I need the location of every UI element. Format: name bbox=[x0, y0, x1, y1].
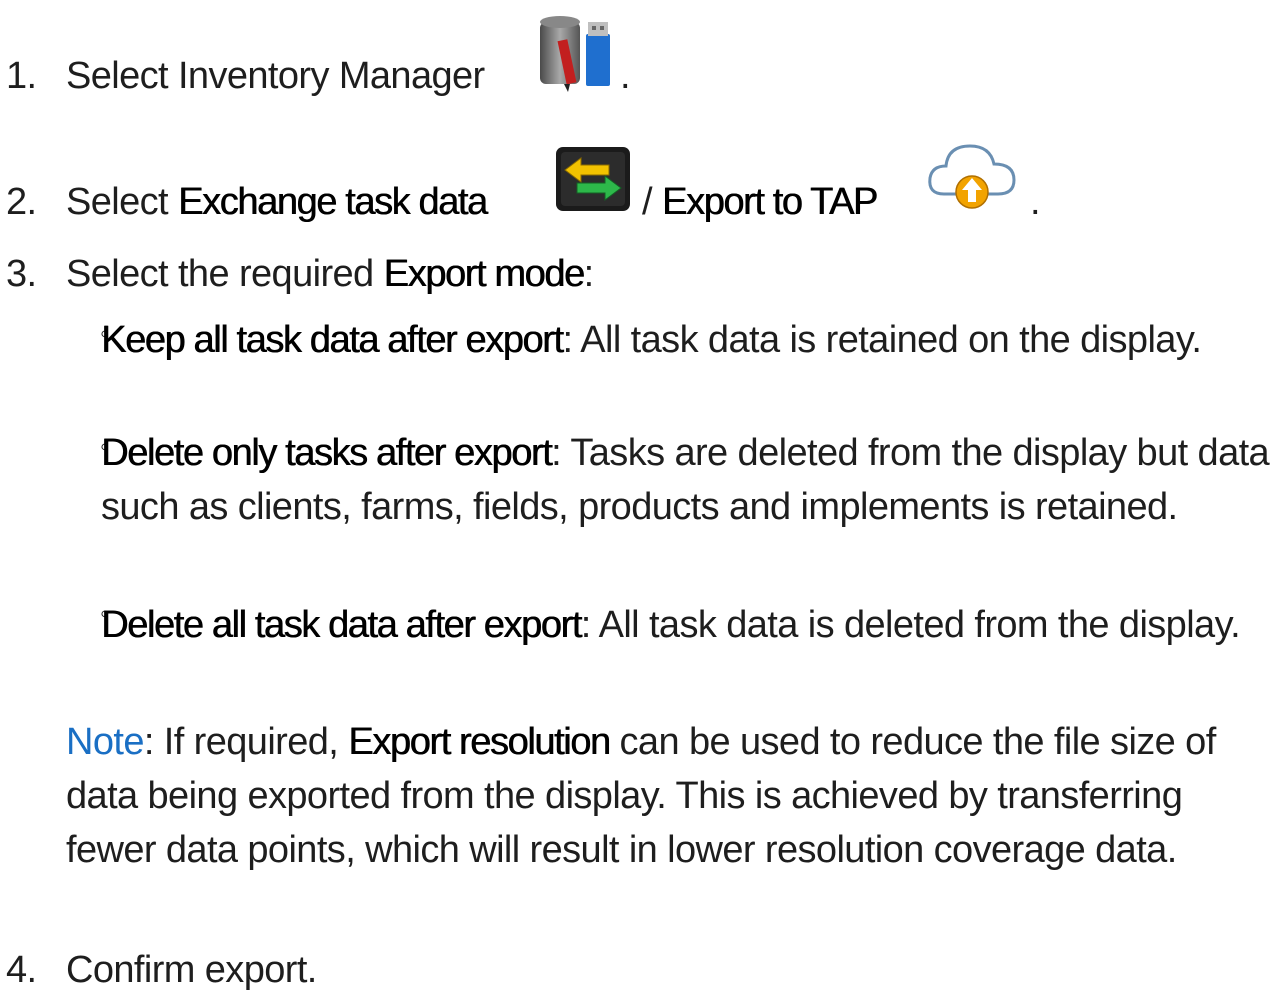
step-separator: / Export to TAP bbox=[642, 181, 878, 223]
step-text: Confirm export. bbox=[66, 949, 317, 991]
step-suffix: . bbox=[620, 55, 631, 97]
note-label: Note bbox=[66, 721, 144, 763]
note: Note: If required, Export resolution can… bbox=[66, 721, 1216, 871]
step-number: 3. bbox=[6, 253, 37, 295]
step-text: Select the required Export mode: bbox=[66, 253, 594, 295]
mode-text: Keep all task data after export: All tas… bbox=[101, 319, 1202, 361]
step-text: Select Inventory Manager bbox=[66, 55, 485, 97]
step-number: 2. bbox=[6, 181, 37, 223]
step-number: 4. bbox=[6, 949, 37, 991]
mode-text: Delete only tasks after export: Tasks ar… bbox=[101, 432, 1270, 528]
cloud-upload-icon bbox=[924, 134, 1020, 230]
exchange-task-data-icon bbox=[555, 146, 631, 224]
mode-text: Delete all task data after export: All t… bbox=[101, 604, 1241, 646]
step-text: Select Exchange task data bbox=[66, 181, 488, 223]
step-number: 1. bbox=[6, 55, 37, 97]
step-suffix: . bbox=[1030, 181, 1041, 223]
inventory-manager-icon bbox=[536, 12, 616, 104]
